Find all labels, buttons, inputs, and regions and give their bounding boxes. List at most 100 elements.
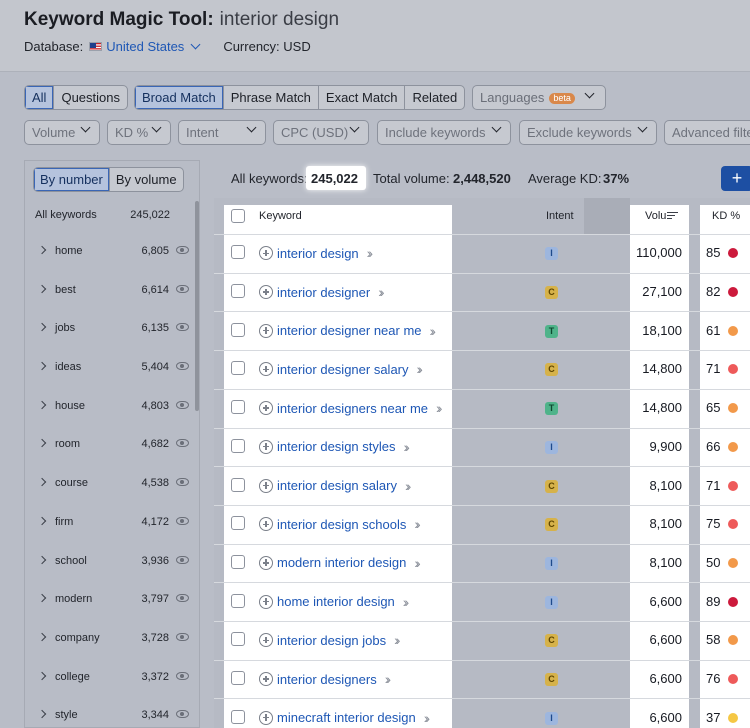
- keyword-link[interactable]: modern interior design ››: [259, 555, 421, 571]
- double-chevron-icon[interactable]: ››: [417, 361, 424, 377]
- kd-filter[interactable]: KD %: [107, 120, 171, 145]
- sidebar-scrollbar[interactable]: [195, 201, 199, 411]
- keyword-link[interactable]: interior design schools ››: [259, 516, 421, 532]
- database-selector[interactable]: United States: [89, 39, 201, 54]
- keyword-link[interactable]: minecraft interior design ››: [259, 710, 431, 726]
- sidebar-group-item[interactable]: ideas 5,404: [25, 349, 201, 388]
- add-keyword-icon[interactable]: [259, 401, 273, 416]
- all-keywords-group[interactable]: All keywords 245,022: [35, 209, 170, 221]
- sidebar-group-item[interactable]: jobs 6,135: [25, 310, 201, 349]
- eye-icon[interactable]: [176, 246, 189, 254]
- eye-icon[interactable]: [176, 439, 189, 448]
- double-chevron-icon[interactable]: ››: [378, 284, 385, 300]
- tab-by-number[interactable]: By number: [34, 168, 110, 191]
- eye-icon[interactable]: [176, 478, 189, 487]
- eye-icon[interactable]: [176, 710, 189, 719]
- sidebar-group-item[interactable]: home 6,805: [25, 233, 201, 272]
- double-chevron-icon[interactable]: ››: [436, 400, 443, 416]
- row-checkbox[interactable]: [231, 322, 245, 337]
- add-keyword-icon[interactable]: [259, 594, 273, 609]
- eye-icon[interactable]: [176, 284, 189, 293]
- eye-icon[interactable]: [176, 671, 189, 680]
- exclude-keywords-filter[interactable]: Exclude keywords: [519, 120, 657, 145]
- add-keyword-icon[interactable]: [259, 362, 273, 377]
- row-checkbox[interactable]: [231, 516, 245, 531]
- chevron-right-icon[interactable]: [37, 284, 47, 293]
- add-keyword-icon[interactable]: [259, 633, 273, 648]
- eye-icon[interactable]: [176, 632, 189, 641]
- add-keyword-icon[interactable]: [259, 439, 273, 454]
- double-chevron-icon[interactable]: ››: [414, 555, 421, 571]
- row-checkbox[interactable]: [231, 477, 245, 492]
- sidebar-group-item[interactable]: school 3,936: [25, 543, 201, 582]
- volume-header[interactable]: Volu: [645, 198, 679, 234]
- double-chevron-icon[interactable]: ››: [405, 478, 412, 494]
- row-checkbox[interactable]: [231, 400, 245, 415]
- row-checkbox[interactable]: [231, 245, 245, 260]
- keyword-link[interactable]: interior designers ››: [259, 671, 392, 687]
- sidebar-group-item[interactable]: room 4,682: [25, 426, 201, 465]
- row-checkbox[interactable]: [231, 361, 245, 376]
- tab-by-volume[interactable]: By volume: [110, 168, 183, 191]
- sidebar-group-item[interactable]: firm 4,172: [25, 504, 201, 543]
- keyword-link[interactable]: interior designer ››: [259, 284, 385, 300]
- add-keyword-icon[interactable]: [259, 710, 273, 725]
- advanced-filters[interactable]: Advanced filte: [664, 120, 750, 145]
- double-chevron-icon[interactable]: ››: [430, 323, 437, 339]
- double-chevron-icon[interactable]: ››: [414, 516, 421, 532]
- double-chevron-icon[interactable]: ››: [424, 710, 431, 726]
- chevron-right-icon[interactable]: [37, 593, 47, 603]
- chevron-right-icon[interactable]: [37, 245, 47, 255]
- eye-icon[interactable]: [176, 516, 189, 525]
- add-keyword-icon[interactable]: [259, 323, 273, 338]
- keyword-link[interactable]: home interior design ››: [259, 594, 410, 610]
- kd-header[interactable]: KD %: [712, 198, 740, 234]
- row-checkbox[interactable]: [231, 284, 245, 299]
- add-keyword-icon[interactable]: [259, 672, 273, 687]
- tab-all[interactable]: All: [25, 86, 55, 109]
- select-all-checkbox[interactable]: [231, 209, 245, 223]
- tab-questions[interactable]: Questions: [54, 86, 127, 109]
- add-keyword-icon[interactable]: [259, 555, 273, 570]
- intent-filter[interactable]: Intent: [178, 120, 266, 145]
- double-chevron-icon[interactable]: ››: [403, 594, 410, 610]
- keyword-link[interactable]: interior designer salary ››: [259, 361, 424, 377]
- add-keyword-icon[interactable]: [259, 478, 273, 493]
- languages-dropdown[interactable]: Languages beta: [472, 85, 606, 110]
- double-chevron-icon[interactable]: ››: [385, 671, 392, 687]
- tab-related[interactable]: Related: [405, 86, 464, 109]
- chevron-right-icon[interactable]: [37, 361, 47, 371]
- sidebar-group-item[interactable]: best 6,614: [25, 272, 201, 311]
- sidebar-group-item[interactable]: company 3,728: [25, 620, 201, 659]
- double-chevron-icon[interactable]: ››: [394, 632, 401, 648]
- row-checkbox[interactable]: [231, 632, 245, 647]
- eye-icon[interactable]: [176, 594, 189, 603]
- row-checkbox[interactable]: [231, 438, 245, 453]
- keyword-link[interactable]: interior design jobs ››: [259, 632, 401, 648]
- keyword-link[interactable]: interior designer near me ››: [259, 323, 437, 339]
- keyword-link[interactable]: interior design styles ››: [259, 439, 411, 455]
- tab-phrase-match[interactable]: Phrase Match: [224, 86, 319, 109]
- row-checkbox[interactable]: [231, 709, 245, 724]
- double-chevron-icon[interactable]: ››: [367, 245, 374, 261]
- sidebar-group-item[interactable]: style 3,344: [25, 697, 201, 728]
- chevron-right-icon[interactable]: [37, 710, 47, 719]
- chevron-right-icon[interactable]: [37, 516, 47, 526]
- row-checkbox[interactable]: [231, 554, 245, 569]
- eye-icon[interactable]: [176, 362, 189, 371]
- sidebar-group-item[interactable]: house 4,803: [25, 388, 201, 427]
- tab-broad-match[interactable]: Broad Match: [135, 86, 224, 109]
- keyword-link[interactable]: interior designers near me ››: [259, 400, 443, 416]
- eye-icon[interactable]: [176, 400, 189, 409]
- volume-filter[interactable]: Volume: [24, 120, 100, 145]
- chevron-right-icon[interactable]: [37, 323, 47, 332]
- tab-exact-match[interactable]: Exact Match: [319, 86, 406, 109]
- double-chevron-icon[interactable]: ››: [404, 439, 411, 455]
- intent-header[interactable]: Intent: [546, 198, 574, 234]
- chevron-right-icon[interactable]: [37, 477, 47, 487]
- sidebar-group-item[interactable]: college 3,372: [25, 659, 201, 698]
- add-keyword-icon[interactable]: [259, 517, 273, 532]
- keyword-link[interactable]: interior design salary ››: [259, 478, 412, 494]
- row-checkbox[interactable]: [231, 593, 245, 608]
- chevron-right-icon[interactable]: [37, 555, 47, 564]
